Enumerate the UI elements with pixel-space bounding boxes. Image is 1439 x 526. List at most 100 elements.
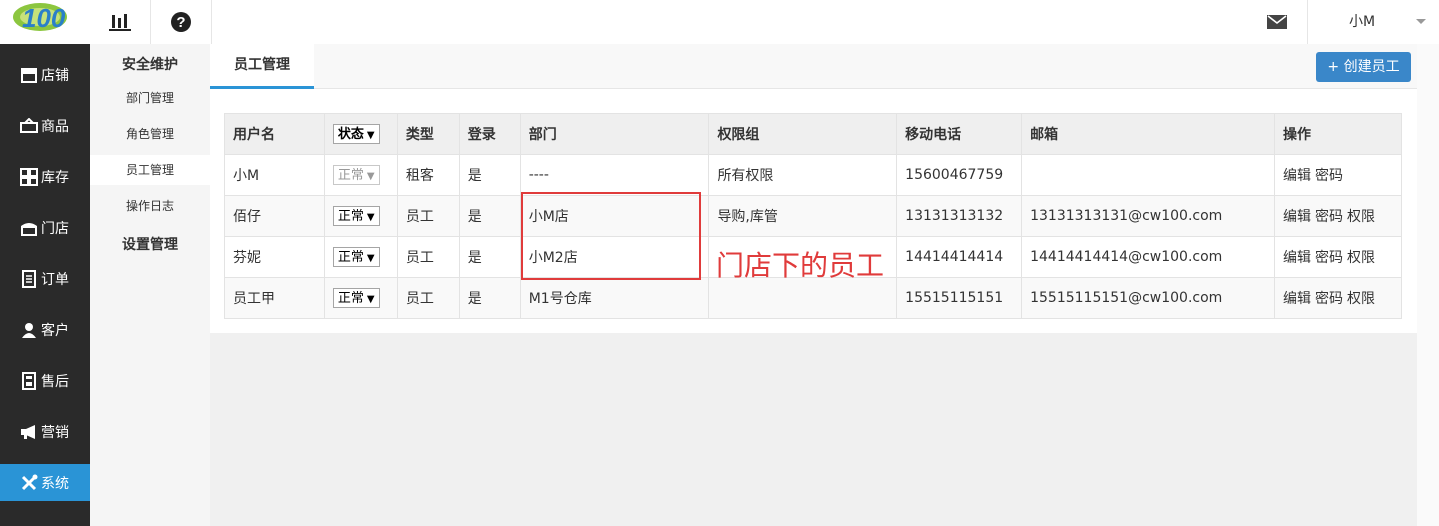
- column-header-username: 用户名: [224, 113, 325, 155]
- create-employee-button[interactable]: + 创建员工: [1316, 52, 1411, 82]
- status-select: 正常 ▼: [332, 165, 380, 185]
- help-button[interactable]: ?: [151, 0, 212, 44]
- cell-email: 15515115151@cw100.com: [1021, 277, 1275, 319]
- annotation-label: 门店下的员工: [716, 249, 885, 282]
- logo[interactable]: 100: [0, 0, 90, 44]
- logo-text: 100: [22, 3, 66, 33]
- status-select[interactable]: 正常 ▼: [332, 288, 380, 308]
- edit-link[interactable]: 编辑: [1283, 291, 1311, 307]
- subnav-group-settings[interactable]: 设置管理: [90, 234, 210, 254]
- cell-type: 员工: [396, 277, 460, 319]
- right-gutter: [1417, 44, 1439, 526]
- status-value: 正常: [337, 250, 364, 265]
- permission-link[interactable]: 权限: [1347, 250, 1375, 266]
- sidebar-item-marketing[interactable]: 营销: [0, 413, 90, 450]
- sidebar-item-goods[interactable]: 商品: [0, 107, 90, 144]
- cell-login: 是: [458, 154, 521, 196]
- cell-status: 正常 ▼: [323, 154, 398, 196]
- sidebar-item-order[interactable]: 订单: [0, 260, 90, 297]
- status-filter-label: 状态: [337, 127, 364, 142]
- shop-icon: [19, 218, 39, 238]
- cell-phone: 15515115151: [896, 277, 1023, 319]
- cell-login: 是: [458, 277, 521, 319]
- cell-status: 正常 ▼: [323, 277, 398, 319]
- column-header-phone: 移动电话: [896, 113, 1023, 155]
- sidebar-item-label: 售后: [41, 373, 69, 390]
- cell-type: 租客: [396, 154, 460, 196]
- password-link[interactable]: 密码: [1315, 250, 1343, 266]
- status-select[interactable]: 正常 ▼: [332, 247, 380, 267]
- password-link[interactable]: 密码: [1315, 209, 1343, 225]
- cell-department: ----: [519, 154, 710, 196]
- cell-username: 芬妮: [224, 236, 325, 278]
- customer-icon: [19, 320, 39, 340]
- stats-button[interactable]: [90, 0, 151, 44]
- sidebar-item-store[interactable]: 店铺: [0, 56, 90, 93]
- cell-status: 正常 ▼: [323, 195, 398, 237]
- dropdown-arrow-icon: ▼: [366, 130, 375, 141]
- table-row: 佰仔 正常 ▼ 员工 是 小M店 导购,库管 13131313132 131313…: [224, 195, 1403, 237]
- cell-actions: 编辑 密码: [1273, 154, 1403, 196]
- edit-link[interactable]: 编辑: [1283, 209, 1311, 225]
- sidebar-item-aftersale[interactable]: 售后: [0, 362, 90, 399]
- user-name: 小M: [1349, 14, 1376, 30]
- dropdown-arrow-icon: ▼: [366, 253, 375, 264]
- sidebar-item-system[interactable]: 系统: [0, 464, 90, 501]
- cell-username: 员工甲: [224, 277, 325, 319]
- status-filter-select[interactable]: 状态 ▼: [332, 124, 380, 144]
- column-header-login: 登录: [458, 113, 521, 155]
- column-header-type: 类型: [396, 113, 460, 155]
- annotation-highlight-box: [521, 192, 701, 280]
- inventory-icon: [19, 167, 39, 187]
- sidebar-item-shop[interactable]: 门店: [0, 209, 90, 246]
- sidebar-item-label: 库存: [41, 169, 69, 186]
- column-header-status[interactable]: 状态 ▼: [323, 113, 398, 155]
- password-link[interactable]: 密码: [1315, 168, 1343, 184]
- cell-email: 13131313131@cw100.com: [1021, 195, 1275, 237]
- sidebar-item-customer[interactable]: 客户: [0, 311, 90, 348]
- cell-login: 是: [458, 236, 521, 278]
- aftersale-icon: [19, 371, 39, 391]
- sidebar-item-label: 订单: [41, 271, 69, 288]
- edit-link[interactable]: 编辑: [1283, 250, 1311, 266]
- chevron-down-icon: [1416, 19, 1426, 24]
- svg-text:?: ?: [176, 14, 185, 31]
- cell-username: 小M: [224, 154, 325, 196]
- cell-email: [1021, 154, 1275, 196]
- question-icon: ?: [171, 12, 191, 32]
- permission-link[interactable]: 权限: [1347, 291, 1375, 307]
- user-menu[interactable]: 小M: [1307, 0, 1439, 44]
- cell-permission: 导购,库管: [708, 195, 898, 237]
- marketing-icon: [19, 422, 39, 442]
- cell-type: 员工: [396, 195, 460, 237]
- dropdown-arrow-icon: ▼: [366, 212, 375, 223]
- tab-employee-management[interactable]: 员工管理: [210, 44, 314, 89]
- subnav-item-department[interactable]: 部门管理: [90, 83, 210, 113]
- subnav-item-role[interactable]: 角色管理: [90, 119, 210, 149]
- subnav-item-employee[interactable]: 员工管理: [90, 155, 210, 185]
- tools-icon: [19, 473, 39, 493]
- top-bar: 100 ? 小M: [0, 0, 1439, 45]
- status-select[interactable]: 正常 ▼: [332, 206, 380, 226]
- bar-chart-icon: [109, 14, 131, 31]
- cell-phone: 14414414414: [896, 236, 1023, 278]
- column-header-department: 部门: [519, 113, 710, 155]
- sidebar-item-label: 门店: [41, 220, 69, 237]
- edit-link[interactable]: 编辑: [1283, 168, 1311, 184]
- subnav-item-log[interactable]: 操作日志: [90, 191, 210, 221]
- subnav-group-security[interactable]: 安全维护: [90, 54, 210, 74]
- sidebar-item-label: 客户: [41, 322, 69, 339]
- cell-actions: 编辑 密码 权限: [1273, 277, 1403, 319]
- employee-table: 用户名 状态 ▼ 类型 登录 部门 权限组 移动电话 邮箱 操作 小M 正常 ▼ 租…: [224, 113, 1403, 319]
- cell-username: 佰仔: [224, 195, 325, 237]
- dropdown-arrow-icon: ▼: [366, 171, 375, 182]
- main-sidebar: 店铺 商品 库存 门店 订单 客户 售后 营销 系统: [0, 44, 90, 526]
- mail-button[interactable]: [1257, 0, 1297, 44]
- cell-type: 员工: [396, 236, 460, 278]
- cell-phone: 13131313132: [896, 195, 1023, 237]
- password-link[interactable]: 密码: [1315, 291, 1343, 307]
- sidebar-item-inventory[interactable]: 库存: [0, 158, 90, 195]
- permission-link[interactable]: 权限: [1347, 209, 1375, 225]
- sub-sidebar: 安全维护 部门管理 角色管理 员工管理 操作日志 设置管理: [90, 44, 210, 526]
- order-icon: [19, 269, 39, 289]
